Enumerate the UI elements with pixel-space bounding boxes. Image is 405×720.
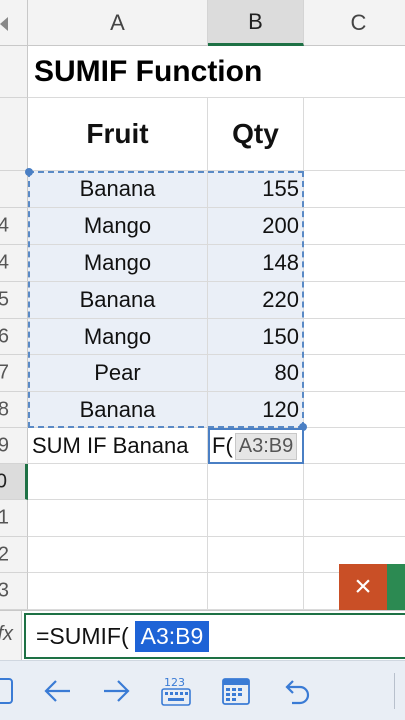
row-header[interactable]: 9 [0, 428, 28, 464]
empty-cell[interactable] [304, 319, 405, 355]
undo-icon [285, 680, 310, 705]
empty-cell[interactable] [28, 464, 208, 500]
fruit-cell[interactable]: Mango [28, 319, 208, 355]
empty-cell[interactable] [208, 537, 304, 573]
active-cell-b10[interactable]: F( A3:B9 [208, 428, 304, 464]
qty-cell[interactable]: 80 [208, 355, 304, 392]
numeric-keyboard-button[interactable]: 123 [156, 671, 196, 711]
row-header-label: 10 [0, 470, 7, 493]
undo-button[interactable] [276, 671, 316, 711]
row-header-label: 7 [0, 362, 9, 385]
cell-c-header-row[interactable] [304, 98, 405, 171]
qty-cell[interactable]: 150 [208, 319, 304, 355]
formula-range-reference: A3:B9 [134, 620, 210, 652]
empty-cell[interactable] [304, 245, 405, 282]
fruit-cell[interactable]: Mango [28, 208, 208, 245]
empty-cell[interactable] [304, 208, 405, 245]
fruit-cell[interactable]: Banana [28, 282, 208, 319]
row-header[interactable]: 4 [0, 245, 28, 282]
editing-toolbar: 123 [0, 660, 405, 720]
sum-if-label-cell[interactable]: SUM IF Banana [28, 428, 208, 464]
empty-cell[interactable] [304, 500, 405, 537]
numeric-keyboard-icon: 123 [161, 676, 191, 706]
formula-text: =SUMIF( [36, 622, 129, 649]
qty-cell[interactable]: 220 [208, 282, 304, 319]
row-header[interactable] [0, 46, 28, 98]
column-header-a[interactable]: A [28, 0, 208, 46]
row-header[interactable]: 12 [0, 537, 28, 573]
qty-cell[interactable]: 155 [208, 171, 304, 208]
empty-cell[interactable] [304, 464, 405, 500]
row-header-label: 4 [0, 252, 9, 275]
row-header[interactable]: 7 [0, 355, 28, 392]
row-header-label: 9 [0, 434, 9, 457]
empty-cell[interactable] [28, 573, 208, 610]
empty-cell[interactable] [304, 392, 405, 428]
numeric-keyboard-label: 123 [164, 676, 185, 689]
empty-cell[interactable] [208, 464, 304, 500]
keyboard-toggle-button[interactable] [0, 671, 20, 711]
empty-cell[interactable] [28, 500, 208, 537]
editing-function-prefix: F( [212, 433, 233, 458]
calendar-button[interactable] [216, 671, 256, 711]
qty-header-cell[interactable]: Qty [208, 98, 304, 171]
calendar-icon [222, 678, 250, 705]
column-header-b[interactable]: B [208, 0, 304, 46]
empty-cell[interactable] [304, 282, 405, 319]
fruit-header-cell[interactable]: Fruit [28, 98, 208, 171]
empty-cell[interactable] [304, 355, 405, 392]
toolbar-separator [394, 673, 395, 709]
arrow-right-icon [104, 680, 130, 702]
row-header-label: 13 [0, 580, 9, 603]
row-header-label: 12 [0, 543, 9, 566]
row-header[interactable]: 11 [0, 500, 28, 537]
confirm-edit-button[interactable] [387, 564, 405, 610]
spreadsheet-grid[interactable]: A B C 4 4 5 6 7 8 9 10 11 12 13 SUMIF FunctionFrui… [0, 0, 405, 610]
select-all-triangle-icon [0, 17, 8, 31]
empty-cell[interactable] [208, 500, 304, 537]
row-header[interactable] [0, 98, 28, 171]
row-header[interactable] [0, 171, 28, 208]
row-header[interactable]: 13 [0, 573, 28, 610]
qty-cell[interactable]: 120 [208, 392, 304, 428]
formula-input[interactable]: =SUMIF( A3:B9 [24, 613, 405, 659]
qty-cell[interactable]: 148 [208, 245, 304, 282]
fruit-cell[interactable]: Mango [28, 245, 208, 282]
row-header[interactable]: 8 [0, 392, 28, 428]
fx-label-text: fx [0, 623, 13, 645]
cell-c-title-row[interactable] [304, 46, 405, 98]
fruit-cell[interactable]: Pear [28, 355, 208, 392]
arrow-left-button[interactable] [38, 671, 78, 711]
fruit-cell[interactable]: Banana [28, 171, 208, 208]
empty-cell[interactable] [304, 428, 405, 464]
row-header[interactable]: 4 [0, 208, 28, 245]
cancel-edit-button[interactable]: × [339, 564, 387, 610]
empty-cell[interactable] [304, 171, 405, 208]
qty-cell[interactable]: 200 [208, 208, 304, 245]
keyboard-toggle-icon [0, 678, 13, 704]
row-header-label: 8 [0, 398, 9, 421]
editing-range-reference: A3:B9 [234, 432, 298, 460]
empty-cell[interactable] [28, 537, 208, 573]
close-icon: × [354, 570, 372, 603]
column-header-c[interactable]: C [304, 0, 405, 46]
formula-bar: fx =SUMIF( A3:B9 [0, 610, 405, 660]
row-header-label: 5 [0, 289, 9, 312]
row-header[interactable]: 5 [0, 282, 28, 319]
empty-cell[interactable] [208, 573, 304, 610]
row-header-label: 6 [0, 325, 9, 348]
fx-icon[interactable]: fx [0, 611, 22, 660]
row-header-label: 11 [0, 507, 9, 530]
select-all-corner[interactable] [0, 0, 28, 46]
sheet-title-cell[interactable]: SUMIF Function [28, 46, 304, 98]
row-header-label: 4 [0, 215, 9, 238]
fruit-cell[interactable]: Banana [28, 392, 208, 428]
row-header[interactable]: 6 [0, 319, 28, 355]
arrow-right-button[interactable] [96, 671, 136, 711]
row-header[interactable]: 10 [0, 464, 28, 500]
arrow-left-icon [44, 680, 70, 702]
